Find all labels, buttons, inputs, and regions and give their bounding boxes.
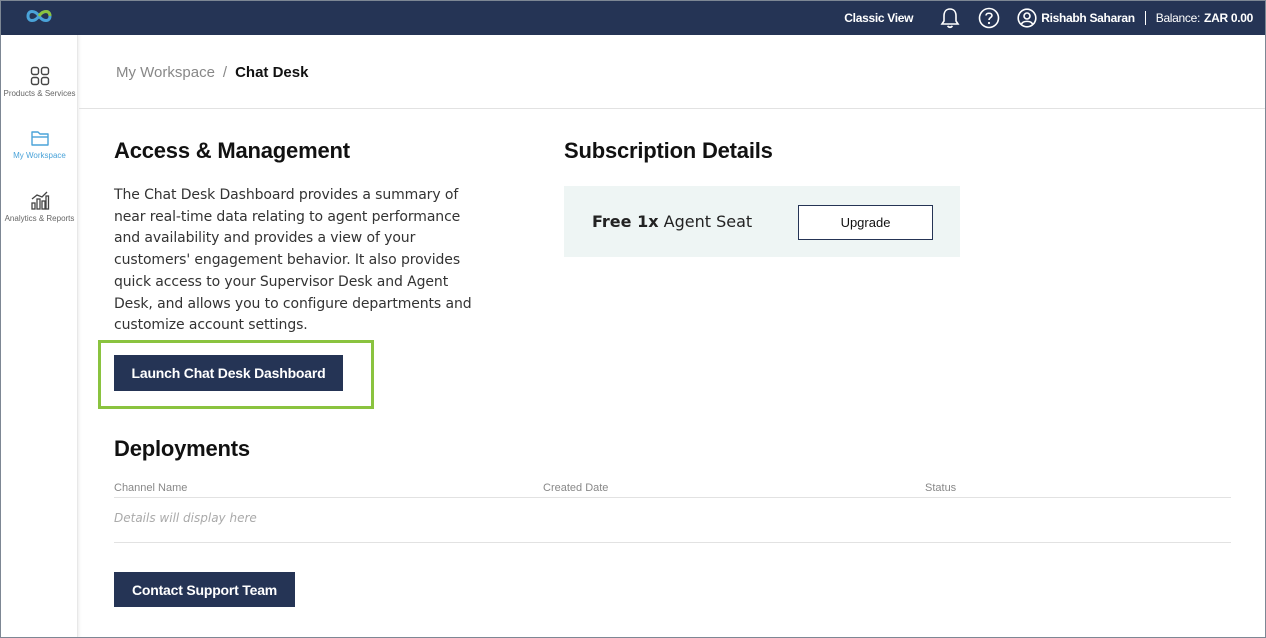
contact-support-button[interactable]: Contact Support Team <box>114 572 295 607</box>
bar-chart-icon <box>30 191 49 210</box>
sidebar-item-label: My Workspace <box>13 151 66 160</box>
app-logo-icon[interactable] <box>24 5 54 27</box>
top-bar: Classic View Rishabh Saharan Balance: ZA… <box>1 1 1265 35</box>
balance-label: Balance: <box>1155 11 1201 25</box>
launch-dashboard-button[interactable]: Launch Chat Desk Dashboard <box>114 355 343 391</box>
deployments-title: Deployments <box>114 436 250 461</box>
classic-view-link[interactable]: Classic View <box>844 11 913 25</box>
breadcrumb-parent[interactable]: My Workspace <box>116 64 215 81</box>
sidebar-item-products-services[interactable]: Products & Services <box>1 66 78 98</box>
seat-count: Free 1x <box>592 212 659 231</box>
column-header-status: Status <box>925 482 957 494</box>
upgrade-button[interactable]: Upgrade <box>798 205 933 240</box>
bell-icon[interactable] <box>939 7 961 29</box>
empty-state-text: Details will display here <box>114 511 257 525</box>
user-menu[interactable]: Rishabh Saharan <box>1017 8 1135 28</box>
sidebar: Products & Services My Workspace Analyti… <box>1 35 78 637</box>
breadcrumb-current: Chat Desk <box>235 64 309 81</box>
column-header-channel-name: Channel Name <box>114 482 188 494</box>
divider <box>1144 11 1146 25</box>
user-name: Rishabh Saharan <box>1041 11 1135 25</box>
subscription-details-title: Subscription Details <box>564 138 773 163</box>
table-header-divider <box>114 497 1231 498</box>
sidebar-item-label: Analytics & Reports <box>4 214 75 223</box>
sidebar-item-analytics-reports[interactable]: Analytics & Reports <box>1 191 78 223</box>
column-header-created-date: Created Date <box>543 482 609 494</box>
agent-seat-info: Free 1x Agent Seat <box>592 212 752 231</box>
grid-icon <box>30 66 49 86</box>
access-description: The Chat Desk Dashboard provides a summa… <box>114 187 472 334</box>
seat-label: Agent Seat <box>663 212 753 231</box>
subscription-box: Free 1x Agent Seat Upgrade <box>564 186 960 257</box>
folder-icon <box>30 131 49 146</box>
top-bar-actions: Classic View Rishabh Saharan Balance: ZA… <box>844 1 1253 35</box>
sidebar-item-my-workspace[interactable]: My Workspace <box>1 128 78 160</box>
access-management-title: Access & Management <box>114 138 350 163</box>
header-divider <box>79 108 1265 109</box>
app-window: Classic View Rishabh Saharan Balance: ZA… <box>0 0 1266 638</box>
balance-value: ZAR 0.00 <box>1204 11 1253 25</box>
user-avatar-icon <box>1017 8 1037 28</box>
breadcrumb-separator: / <box>222 64 228 81</box>
help-icon[interactable] <box>978 7 1000 29</box>
breadcrumb: My Workspace / Chat Desk <box>116 64 308 81</box>
sidebar-item-label: Products & Services <box>3 89 76 98</box>
table-bottom-divider <box>114 542 1231 543</box>
